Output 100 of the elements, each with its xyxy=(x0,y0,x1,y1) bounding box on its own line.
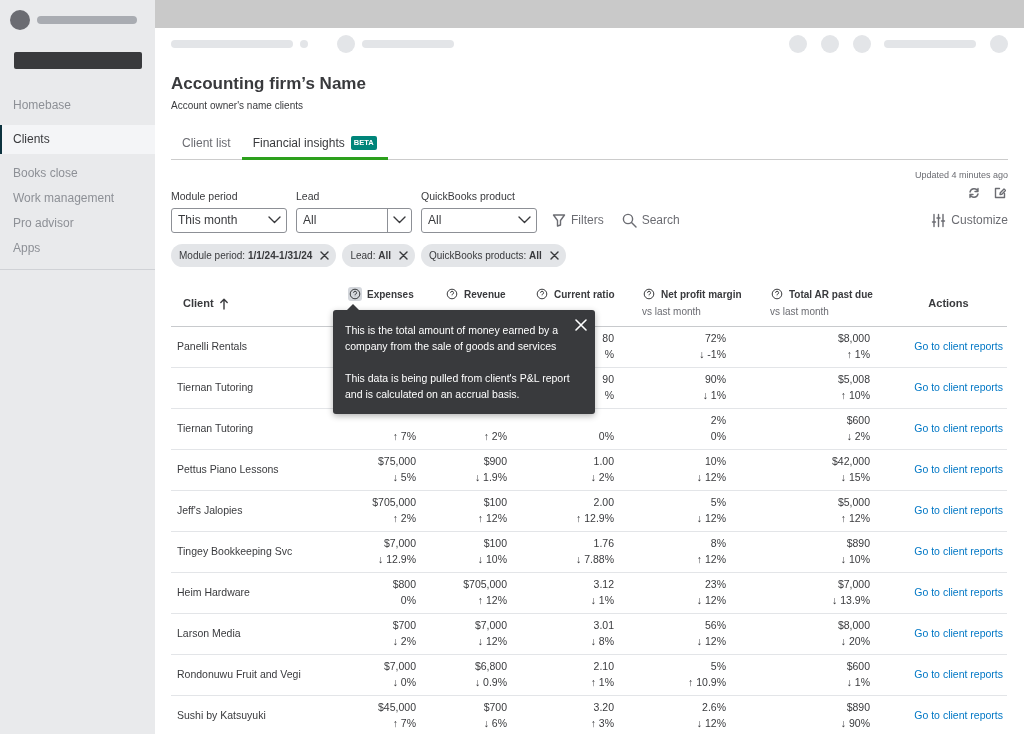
cell-change: ↑ 12% xyxy=(477,592,507,608)
sidebar-item[interactable]: Homebase xyxy=(0,93,155,118)
dropdown[interactable]: All xyxy=(296,207,412,233)
client-name: Tiernan Tutoring xyxy=(177,379,254,395)
close-icon xyxy=(549,250,559,260)
filter-icon xyxy=(552,213,566,227)
cell-change: ↑ 2% xyxy=(483,428,507,444)
cell-change: ↓ 2% xyxy=(846,428,870,444)
sidebar-item[interactable]: Clients xyxy=(0,125,155,154)
refresh-icon xyxy=(968,186,980,199)
cell-change: ↑ 3% xyxy=(590,715,614,731)
cell-value: 80 xyxy=(602,330,614,346)
cell-value: 90% xyxy=(705,371,726,387)
cell-change: ↑ 1% xyxy=(846,346,870,362)
close-button[interactable] xyxy=(575,318,587,331)
cell-value: $600 xyxy=(846,412,870,428)
cell-change: ↓ 12% xyxy=(696,592,726,608)
column-header: Actions xyxy=(928,296,969,312)
close-icon xyxy=(320,250,330,260)
report-link[interactable]: Go to client reports xyxy=(914,379,1003,396)
field-label: Module period xyxy=(171,188,239,204)
edit-button[interactable] xyxy=(994,186,1006,199)
cell-value: $7,000 xyxy=(837,576,870,592)
placeholder-circle xyxy=(10,10,30,30)
cell-value: $100 xyxy=(483,494,507,510)
cell-change: ↑ 7% xyxy=(392,715,416,731)
search-button[interactable]: Search xyxy=(621,211,680,229)
cell-change: ↓ 5% xyxy=(392,469,416,485)
cell-value: 3.20 xyxy=(593,699,614,715)
column-subheader: vs last month xyxy=(770,304,830,319)
chip-label: Module period: 1/1/24-1/31/24 xyxy=(179,248,313,263)
help-icon[interactable] xyxy=(348,287,362,301)
client-name: Rondonuwu Fruit and Vegi xyxy=(177,666,301,682)
report-link[interactable]: Go to client reports xyxy=(914,707,1003,724)
report-link[interactable]: Go to client reports xyxy=(914,338,1003,355)
cell-value: $800 xyxy=(392,576,416,592)
cell-change: ↓ 2% xyxy=(392,633,416,649)
cell-value: $45,000 xyxy=(378,699,416,715)
sidebar-item[interactable]: Work management xyxy=(0,186,155,211)
help-icon[interactable] xyxy=(445,287,459,301)
column-header: Net profit margin xyxy=(661,287,742,302)
filters-button[interactable]: Filters xyxy=(552,211,604,229)
cell-value: $6,800 xyxy=(474,658,507,674)
sidebar-item[interactable]: Books close xyxy=(0,161,155,186)
cell-change: ↑ 7% xyxy=(392,428,416,444)
cell-change: ↑ 12.9% xyxy=(576,510,614,526)
cell-value: $5,000 xyxy=(837,494,870,510)
tooltip-text: This data is being pulled from client's P&L report and is calculated on an accrual basis. xyxy=(345,370,571,402)
cell-value: $705,000 xyxy=(463,576,507,592)
help-icon[interactable] xyxy=(770,287,784,301)
chevron-down-icon xyxy=(267,216,281,224)
report-link[interactable]: Go to client reports xyxy=(914,502,1003,519)
cell-change: 0% xyxy=(400,592,416,608)
client-name: Jeff's Jalopies xyxy=(177,502,243,518)
placeholder-circle xyxy=(853,35,871,53)
tab[interactable]: Client list xyxy=(171,130,242,160)
cell-change: ↓ 12% xyxy=(696,510,726,526)
cell-change: ↑ 10.9% xyxy=(688,674,726,690)
customize-button[interactable]: Customize xyxy=(931,207,1008,233)
report-link[interactable]: Go to client reports xyxy=(914,584,1003,601)
client-name: Panelli Rentals xyxy=(177,338,248,354)
page-title: Accounting firm’s Name xyxy=(171,73,367,95)
report-link[interactable]: Go to client reports xyxy=(914,461,1003,478)
report-link[interactable]: Go to client reports xyxy=(914,666,1003,683)
sidebar-item[interactable]: Apps xyxy=(0,236,155,261)
remove-button[interactable] xyxy=(549,250,559,260)
cell-value: $890 xyxy=(846,699,870,715)
cell-change: 0% xyxy=(598,428,614,444)
cell-value: 10% xyxy=(705,453,726,469)
client-name: Sushi by Katsuyuki xyxy=(177,707,266,723)
cell-change: ↓ 1% xyxy=(590,592,614,608)
help-icon[interactable] xyxy=(642,287,656,301)
refresh-button[interactable] xyxy=(968,186,980,199)
cell-change: ↑ 12% xyxy=(696,551,726,567)
cell-change: ↓ 0% xyxy=(392,674,416,690)
column-header[interactable]: Client xyxy=(183,295,214,312)
cell-change: ↓ 20% xyxy=(840,633,870,649)
cell-value: 2% xyxy=(710,412,726,428)
cell-change: ↓ 12% xyxy=(696,715,726,731)
cell-value: $5,008 xyxy=(837,371,870,387)
search-icon xyxy=(621,212,637,228)
cell-value: 2.6% xyxy=(702,699,726,715)
placeholder-circle xyxy=(789,35,807,53)
report-link[interactable]: Go to client reports xyxy=(914,543,1003,560)
cell-value: 56% xyxy=(705,617,726,633)
chevron-down-icon xyxy=(393,216,406,224)
report-link[interactable]: Go to client reports xyxy=(914,420,1003,437)
report-link[interactable]: Go to client reports xyxy=(914,625,1003,642)
help-icon[interactable] xyxy=(535,287,549,301)
remove-button[interactable] xyxy=(320,250,330,260)
dropdown[interactable]: All xyxy=(421,207,537,233)
cell-value: 8% xyxy=(710,535,726,551)
remove-button[interactable] xyxy=(399,250,409,260)
cell-change: ↓ 12% xyxy=(696,469,726,485)
cell-change: ↓ 10% xyxy=(477,551,507,567)
dropdown[interactable]: This month xyxy=(171,207,287,233)
cell-change: ↓ 1% xyxy=(702,387,726,403)
cell-value: $75,000 xyxy=(378,453,416,469)
tooltip-text: This is the total amount of money earned by a company from the sale of goods and services xyxy=(345,322,560,354)
sidebar-item[interactable]: Pro advisor xyxy=(0,211,155,236)
